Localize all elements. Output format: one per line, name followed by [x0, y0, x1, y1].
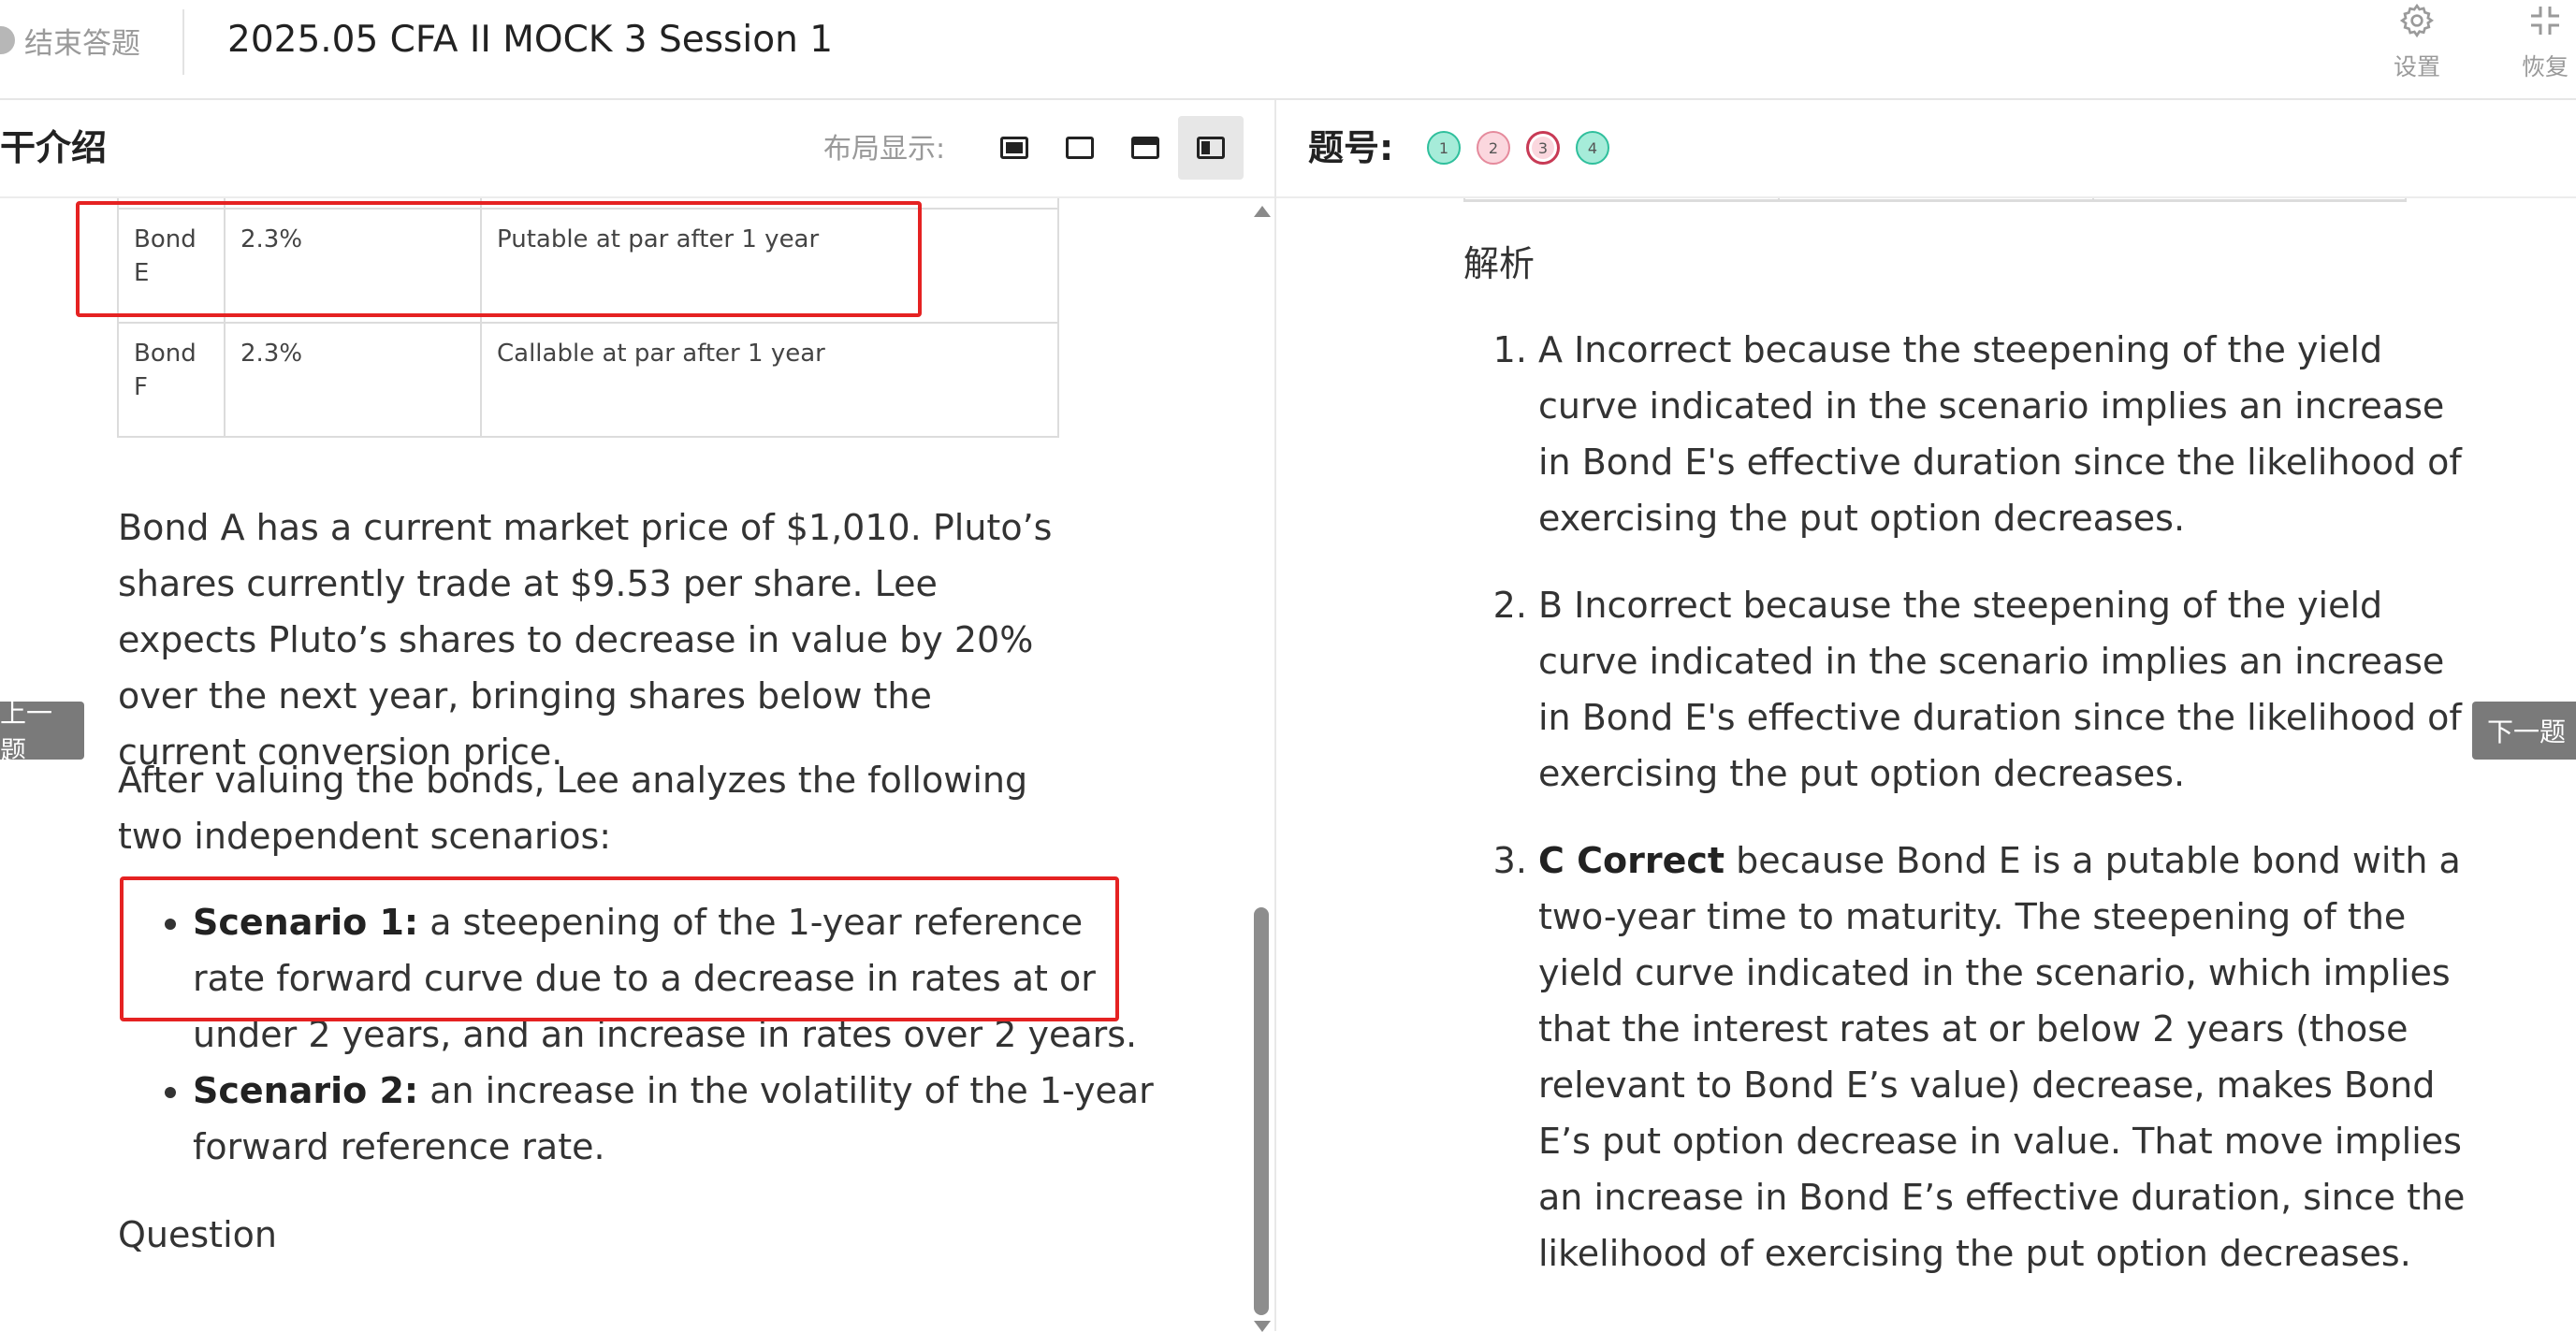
- list-item: C Correct because Bond E is a putable bo…: [1538, 832, 2483, 1281]
- layout-full-icon: [1000, 137, 1028, 159]
- table-bottom-edge: [1463, 198, 2407, 202]
- answer-text: B Incorrect because the steepening of th…: [1538, 585, 2462, 794]
- stem-paragraph: Bond A has a current market price of $1,…: [118, 507, 1053, 773]
- analysis-title: 解析: [1463, 243, 1535, 284]
- bond-feature-cell: Callable at par after 1 year: [480, 322, 1059, 438]
- restore-button[interactable]: 恢复: [2503, 0, 2576, 94]
- answer-text: A Incorrect because the steepening of th…: [1538, 329, 2462, 539]
- answer-text: because Bond E is a putable bond with a …: [1538, 840, 2466, 1274]
- stem-panel-title: 干介绍: [0, 127, 108, 168]
- layout-top-icon: [1131, 137, 1159, 159]
- highlight-box-bond-e: [76, 201, 922, 317]
- collapse-icon: [2503, 2, 2576, 45]
- scroll-up-arrow-icon[interactable]: [1254, 206, 1271, 217]
- stem-panel-header: 干介绍 布局显示:: [0, 100, 1274, 198]
- question-number-label: 题号:: [1308, 127, 1394, 168]
- answer-content: 解析 A Incorrect because the steepening of…: [1276, 198, 2576, 1331]
- question-3-button[interactable]: 3: [1526, 131, 1560, 165]
- list-item: A Incorrect because the steepening of th…: [1538, 322, 2483, 546]
- scroll-down-arrow-icon[interactable]: [1254, 1321, 1271, 1332]
- bond-name-cell: Bond F: [117, 322, 226, 438]
- bond-rate-cell: 2.3%: [224, 322, 482, 438]
- answer-panel-header: 题号: 1 2 3 4: [1276, 100, 2576, 198]
- gear-icon: [2375, 2, 2459, 45]
- end-exam-button[interactable]: 结束答题: [0, 17, 140, 64]
- question-2-button[interactable]: 2: [1477, 131, 1510, 165]
- answer-explanation-list: A Incorrect because the steepening of th…: [1463, 322, 2483, 1312]
- stem-paragraph: After valuing the bonds, Lee analyzes th…: [118, 760, 1028, 857]
- list-item: B Incorrect because the steepening of th…: [1538, 577, 2483, 802]
- layout-label: 布局显示:: [823, 133, 946, 166]
- scroll-thumb[interactable]: [1254, 907, 1269, 1315]
- layout-top-button[interactable]: [1113, 116, 1178, 180]
- top-bar: 结束答题 2025.05 CFA II MOCK 3 Session 1 设置 …: [0, 0, 2576, 100]
- layout-full-button[interactable]: [982, 116, 1047, 180]
- correct-answer-label: C Correct: [1538, 840, 1725, 881]
- question-4-button[interactable]: 4: [1576, 131, 1609, 165]
- layout-empty-button[interactable]: [1047, 116, 1113, 180]
- end-exam-icon: [0, 26, 15, 54]
- settings-button[interactable]: 设置: [2375, 0, 2459, 94]
- question-label: Question: [118, 1214, 277, 1255]
- settings-label: 设置: [2393, 53, 2440, 80]
- question-1-button[interactable]: 1: [1427, 131, 1461, 165]
- stem-content: Bond E 2.3% Putable at par after 1 year …: [0, 198, 1244, 1331]
- next-question-button[interactable]: 下一题: [2472, 702, 2576, 760]
- layout-empty-icon: [1066, 137, 1094, 159]
- restore-label: 恢复: [2521, 53, 2569, 80]
- prev-question-button[interactable]: 上一题: [0, 698, 84, 766]
- layout-split-icon: [1197, 137, 1225, 159]
- highlight-box-scenario-1: [120, 876, 1119, 1021]
- exam-title: 2025.05 CFA II MOCK 3 Session 1: [227, 19, 834, 61]
- scenario-label: Scenario 2:: [193, 1070, 419, 1111]
- list-item: Scenario 2: an increase in the volatilit…: [193, 1063, 1166, 1175]
- table-row: Bond F 2.3% Callable at par after 1 year: [117, 322, 1059, 438]
- stem-scrollbar[interactable]: [1250, 198, 1271, 1332]
- top-divider: [182, 9, 184, 75]
- end-exam-label: 结束答题: [24, 26, 140, 61]
- layout-split-button[interactable]: [1178, 116, 1244, 180]
